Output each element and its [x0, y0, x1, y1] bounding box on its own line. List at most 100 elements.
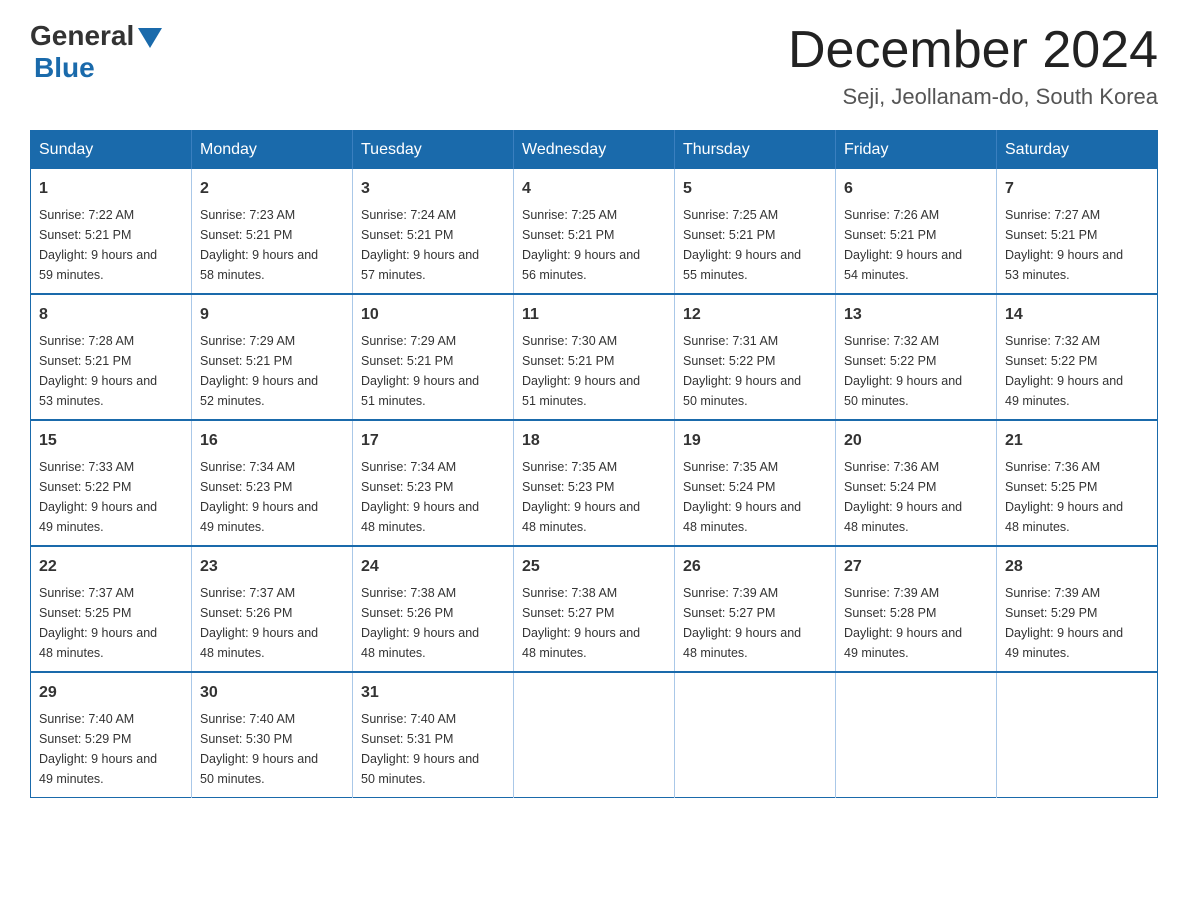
day-number: 6	[844, 177, 988, 201]
day-number: 9	[200, 303, 344, 327]
calendar-cell: 29 Sunrise: 7:40 AMSunset: 5:29 PMDayligh…	[31, 672, 192, 798]
day-info: Sunrise: 7:40 AMSunset: 5:30 PMDaylight:…	[200, 709, 344, 789]
location-title: Seji, Jeollanam-do, South Korea	[788, 84, 1158, 110]
day-number: 26	[683, 555, 827, 579]
logo-blue-text: Blue	[34, 52, 95, 84]
calendar-cell: 14Sunrise: 7:32 AMSunset: 5:22 PMDayligh…	[997, 294, 1158, 420]
logo-general-text: General	[30, 20, 134, 52]
calendar-cell: 7 Sunrise: 7:27 AMSunset: 5:21 PMDaylight…	[997, 169, 1158, 294]
calendar-cell: 13 Sunrise: 7:32 AMSunset: 5:22 PMDayligh…	[836, 294, 997, 420]
calendar-cell: 22Sunrise: 7:37 AMSunset: 5:25 PMDayligh…	[31, 546, 192, 672]
calendar-cell: 18 Sunrise: 7:35 AMSunset: 5:23 PMDayligh…	[514, 420, 675, 546]
day-info: Sunrise: 7:34 AMSunset: 5:23 PMDaylight:…	[361, 457, 505, 537]
calendar-cell	[997, 672, 1158, 798]
calendar-header-monday: Monday	[192, 131, 353, 170]
day-info: Sunrise: 7:39 AMSunset: 5:27 PMDaylight:…	[683, 583, 827, 663]
day-number: 4	[522, 177, 666, 201]
day-info: Sunrise: 7:38 AMSunset: 5:26 PMDaylight:…	[361, 583, 505, 663]
calendar-cell: 8 Sunrise: 7:28 AMSunset: 5:21 PMDaylight…	[31, 294, 192, 420]
calendar-cell: 6 Sunrise: 7:26 AMSunset: 5:21 PMDaylight…	[836, 169, 997, 294]
day-info: Sunrise: 7:32 AMSunset: 5:22 PMDaylight:…	[1005, 331, 1149, 411]
day-number: 7	[1005, 177, 1149, 201]
day-number: 28	[1005, 555, 1149, 579]
day-number: 27	[844, 555, 988, 579]
calendar-cell: 4Sunrise: 7:25 AMSunset: 5:21 PMDaylight…	[514, 169, 675, 294]
day-info: Sunrise: 7:23 AMSunset: 5:21 PMDaylight:…	[200, 205, 344, 285]
calendar-cell: 9 Sunrise: 7:29 AMSunset: 5:21 PMDaylight…	[192, 294, 353, 420]
calendar-cell	[836, 672, 997, 798]
calendar-cell: 12 Sunrise: 7:31 AMSunset: 5:22 PMDayligh…	[675, 294, 836, 420]
day-number: 18	[522, 429, 666, 453]
day-info: Sunrise: 7:35 AMSunset: 5:23 PMDaylight:…	[522, 457, 666, 537]
calendar-header-tuesday: Tuesday	[353, 131, 514, 170]
calendar-cell: 15Sunrise: 7:33 AMSunset: 5:22 PMDayligh…	[31, 420, 192, 546]
page-header: General Blue December 2024 Seji, Jeollan…	[30, 20, 1158, 110]
calendar-cell: 28 Sunrise: 7:39 AMSunset: 5:29 PMDayligh…	[997, 546, 1158, 672]
day-number: 19	[683, 429, 827, 453]
day-number: 12	[683, 303, 827, 327]
calendar-cell: 5 Sunrise: 7:25 AMSunset: 5:21 PMDaylight…	[675, 169, 836, 294]
day-info: Sunrise: 7:35 AMSunset: 5:24 PMDaylight:…	[683, 457, 827, 537]
calendar-cell: 24Sunrise: 7:38 AMSunset: 5:26 PMDayligh…	[353, 546, 514, 672]
day-info: Sunrise: 7:37 AMSunset: 5:26 PMDaylight:…	[200, 583, 344, 663]
calendar-cell: 25Sunrise: 7:38 AMSunset: 5:27 PMDayligh…	[514, 546, 675, 672]
day-info: Sunrise: 7:22 AMSunset: 5:21 PMDaylight:…	[39, 205, 183, 285]
day-number: 16	[200, 429, 344, 453]
day-info: Sunrise: 7:30 AMSunset: 5:21 PMDaylight:…	[522, 331, 666, 411]
calendar-cell: 23 Sunrise: 7:37 AMSunset: 5:26 PMDayligh…	[192, 546, 353, 672]
calendar-cell: 3 Sunrise: 7:24 AMSunset: 5:21 PMDaylight…	[353, 169, 514, 294]
day-number: 11	[522, 303, 666, 327]
calendar-cell: 30 Sunrise: 7:40 AMSunset: 5:30 PMDayligh…	[192, 672, 353, 798]
day-info: Sunrise: 7:28 AMSunset: 5:21 PMDaylight:…	[39, 331, 183, 411]
day-info: Sunrise: 7:36 AMSunset: 5:24 PMDaylight:…	[844, 457, 988, 537]
calendar-cell: 26 Sunrise: 7:39 AMSunset: 5:27 PMDayligh…	[675, 546, 836, 672]
calendar-cell: 20 Sunrise: 7:36 AMSunset: 5:24 PMDayligh…	[836, 420, 997, 546]
calendar-cell: 31Sunrise: 7:40 AMSunset: 5:31 PMDayligh…	[353, 672, 514, 798]
day-number: 20	[844, 429, 988, 453]
day-info: Sunrise: 7:32 AMSunset: 5:22 PMDaylight:…	[844, 331, 988, 411]
day-info: Sunrise: 7:29 AMSunset: 5:21 PMDaylight:…	[200, 331, 344, 411]
day-number: 30	[200, 681, 344, 705]
calendar-cell: 17 Sunrise: 7:34 AMSunset: 5:23 PMDayligh…	[353, 420, 514, 546]
calendar-cell: 1Sunrise: 7:22 AMSunset: 5:21 PMDaylight…	[31, 169, 192, 294]
day-number: 2	[200, 177, 344, 201]
calendar-header-sunday: Sunday	[31, 131, 192, 170]
calendar-cell: 11 Sunrise: 7:30 AMSunset: 5:21 PMDayligh…	[514, 294, 675, 420]
title-section: December 2024 Seji, Jeollanam-do, South …	[788, 20, 1158, 110]
calendar-table: SundayMondayTuesdayWednesdayThursdayFrid…	[30, 130, 1158, 798]
day-number: 21	[1005, 429, 1149, 453]
day-info: Sunrise: 7:40 AMSunset: 5:29 PMDaylight:…	[39, 709, 183, 789]
day-info: Sunrise: 7:39 AMSunset: 5:29 PMDaylight:…	[1005, 583, 1149, 663]
calendar-cell	[514, 672, 675, 798]
day-info: Sunrise: 7:40 AMSunset: 5:31 PMDaylight:…	[361, 709, 505, 789]
day-info: Sunrise: 7:25 AMSunset: 5:21 PMDaylight:…	[683, 205, 827, 285]
day-info: Sunrise: 7:29 AMSunset: 5:21 PMDaylight:…	[361, 331, 505, 411]
day-number: 15	[39, 429, 183, 453]
calendar-header-saturday: Saturday	[997, 131, 1158, 170]
logo-triangle-icon	[138, 28, 162, 48]
day-number: 13	[844, 303, 988, 327]
day-number: 17	[361, 429, 505, 453]
day-info: Sunrise: 7:31 AMSunset: 5:22 PMDaylight:…	[683, 331, 827, 411]
day-number: 22	[39, 555, 183, 579]
calendar-cell: 2 Sunrise: 7:23 AMSunset: 5:21 PMDaylight…	[192, 169, 353, 294]
day-number: 29	[39, 681, 183, 705]
day-info: Sunrise: 7:24 AMSunset: 5:21 PMDaylight:…	[361, 205, 505, 285]
day-info: Sunrise: 7:38 AMSunset: 5:27 PMDaylight:…	[522, 583, 666, 663]
logo: General Blue	[30, 20, 162, 84]
day-info: Sunrise: 7:27 AMSunset: 5:21 PMDaylight:…	[1005, 205, 1149, 285]
day-info: Sunrise: 7:34 AMSunset: 5:23 PMDaylight:…	[200, 457, 344, 537]
calendar-header-thursday: Thursday	[675, 131, 836, 170]
calendar-cell: 27 Sunrise: 7:39 AMSunset: 5:28 PMDayligh…	[836, 546, 997, 672]
day-number: 3	[361, 177, 505, 201]
day-info: Sunrise: 7:36 AMSunset: 5:25 PMDaylight:…	[1005, 457, 1149, 537]
day-info: Sunrise: 7:39 AMSunset: 5:28 PMDaylight:…	[844, 583, 988, 663]
day-number: 10	[361, 303, 505, 327]
day-number: 5	[683, 177, 827, 201]
day-number: 8	[39, 303, 183, 327]
day-number: 23	[200, 555, 344, 579]
calendar-cell: 19 Sunrise: 7:35 AMSunset: 5:24 PMDayligh…	[675, 420, 836, 546]
calendar-header-wednesday: Wednesday	[514, 131, 675, 170]
calendar-cell: 21 Sunrise: 7:36 AMSunset: 5:25 PMDayligh…	[997, 420, 1158, 546]
day-info: Sunrise: 7:26 AMSunset: 5:21 PMDaylight:…	[844, 205, 988, 285]
